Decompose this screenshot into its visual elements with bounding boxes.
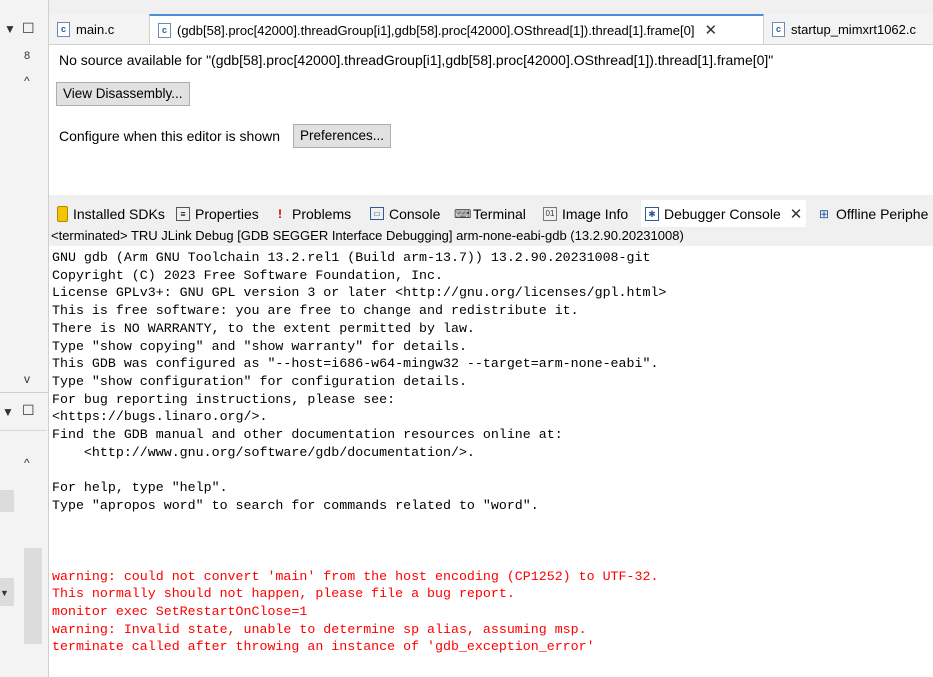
console-line: For help, type "help". [52,480,228,496]
console-line: GNU gdb (Arm GNU Toolchain 13.2.rel1 (Bu… [52,250,651,265]
tab-problems[interactable]: ! Problems [273,200,351,227]
c-file-icon: c [772,21,785,37]
console-line: Copyright (C) 2023 Free Software Foundat… [52,267,443,283]
tab-label: Problems [292,205,352,222]
debugger-console-output[interactable]: GNU gdb (Arm GNU Toolchain 13.2.rel1 (Bu… [49,246,933,677]
no-source-message: No source available for "(gdb[58].proc[4… [59,52,774,68]
close-icon[interactable]: ✕ [704,21,717,39]
editor-tab-bar: c main.c c (gdb[58].proc[42000].threadGr… [49,14,933,45]
tab-properties[interactable]: ≡ Properties [176,200,259,227]
console-line: terminate called after throwing an insta… [52,639,595,655]
tab-label: Console [389,205,441,222]
console-icon: ▭ [370,207,384,220]
console-line: This is free software: you are free to c… [52,303,579,319]
console-line: Type "show configuration" for configurat… [52,373,467,389]
chevron-down-icon[interactable]: ▼ [4,22,16,36]
debugger-console-icon: ✱ [645,206,659,221]
terminal-icon: ⌨ [454,206,472,221]
console-header: <terminated> TRU JLink Debug [GDB SEGGER… [49,227,933,245]
image-info-icon: 01 [543,206,557,221]
console-line: This normally should not happen, please … [52,586,515,602]
console-line: There is NO WARRANTY, to the extent perm… [52,320,475,336]
scroll-down-icon[interactable]: v [24,372,30,386]
editor-tab-label: main.c [76,21,115,37]
offline-peripherals-icon: ⊞ [818,206,830,221]
view-tab-bar: Installed SDKs ≡ Properties ! Problems ▭… [49,200,933,227]
tab-debugger-console[interactable]: ✱ Debugger Console ✕ [641,200,807,227]
console-line: monitor exec SetRestartOnClose=1 [52,604,308,619]
tab-console[interactable]: ▭ Console [370,200,440,227]
tab-label: Installed SDKs [73,205,165,222]
tab-label: Terminal [473,205,526,222]
editor-tab-startup[interactable]: c startup_mimxrt1062.c [764,14,933,44]
editor-area: No source available for "(gdb[58].proc[4… [49,45,933,195]
c-file-icon: c [57,21,70,37]
chevron-down-icon[interactable]: ▼ [0,588,9,598]
tab-label: Offline Periphe [836,205,929,222]
tab-terminal[interactable]: ⌨ Terminal [454,200,526,227]
tab-label: Properties [195,205,259,222]
sdk-icon [57,205,68,222]
scroll-up-icon[interactable]: ^ [24,456,30,470]
tab-image-info[interactable]: 01 Image Info [543,200,628,227]
configure-label: Configure when this editor is shown [59,128,281,144]
tab-label: Debugger Console [664,205,781,222]
console-line: License GPLv3+: GNU GPL version 3 or lat… [52,285,667,301]
editor-tab-label: (gdb[58].proc[42000].threadGroup[i1],gdb… [177,22,695,38]
c-file-icon: c [158,22,171,38]
left-panel-strip: ▼ ☐ 8 ^ v ▼ ☐ ^ ▼ [0,0,49,677]
drag-handle-icon[interactable]: 8 [24,50,30,62]
problems-icon: ! [278,206,282,221]
console-line: Find the GDB manual and other documentat… [52,427,563,442]
tab-label: Image Info [562,205,629,222]
console-line: This GDB was configured as "--host=i686-… [52,356,659,372]
tab-offline-peripherals[interactable]: ⊞ Offline Periphe [817,200,928,227]
editor-tab-main-c[interactable]: c main.c [49,14,149,44]
close-icon[interactable]: ✕ [790,205,803,223]
editor-tab-frame[interactable]: c (gdb[58].proc[42000].threadGroup[i1],g… [149,14,764,44]
console-line: For bug reporting instructions, please s… [52,391,396,407]
preferences-button[interactable]: Preferences... [293,124,392,148]
properties-icon: ≡ [176,206,190,221]
chevron-down-icon[interactable]: ▼ [2,405,14,419]
console-line: Type "apropos word" to search for comman… [52,497,539,513]
editor-tab-label: startup_mimxrt1062.c [791,21,916,37]
console-line: <https://bugs.linaro.org/>. [52,409,268,425]
console-line: <http://www.gnu.org/software/gdb/documen… [52,444,475,460]
console-line: warning: Invalid state, unable to determ… [52,621,587,637]
scrollbar-thumb[interactable] [24,548,42,644]
scroll-up-icon[interactable]: ^ [24,74,30,88]
view-disassembly-button[interactable]: View Disassembly... [56,82,190,106]
maximize-icon[interactable]: ☐ [22,402,35,419]
tab-installed-sdks[interactable]: Installed SDKs [57,200,165,227]
console-line: Type "show copying" and "show warranty" … [52,338,467,354]
tree-item-stub[interactable] [0,490,14,512]
maximize-icon[interactable]: ☐ [22,20,35,37]
console-line: warning: could not convert 'main' from t… [52,568,659,584]
